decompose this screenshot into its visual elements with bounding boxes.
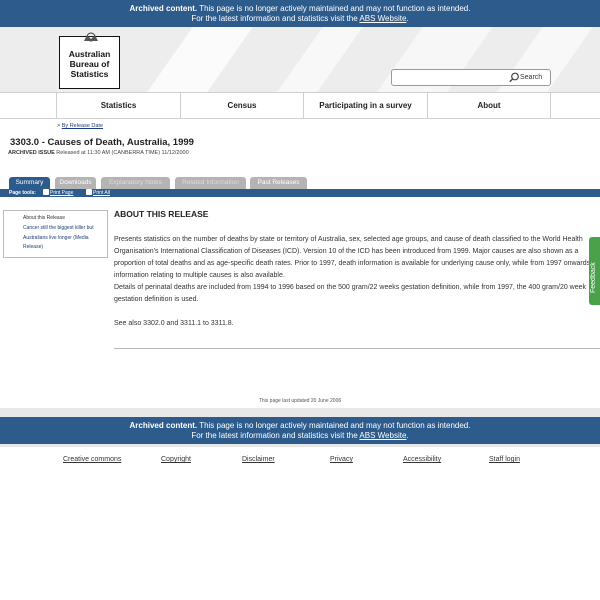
logo-line-3: Statistics — [70, 69, 109, 79]
logo-line-1: Australian — [68, 49, 111, 59]
nav-item-statistics[interactable]: Statistics — [56, 93, 180, 119]
breadcrumb: > By Release Date — [57, 123, 103, 129]
footer-link-copyright[interactable]: Copyright — [161, 456, 191, 463]
page-title: 3303.0 - Causes of Death, Australia, 199… — [10, 137, 194, 148]
breadcrumb-link-by-release-date[interactable]: By Release Date — [62, 123, 103, 129]
about-release-sidebar: About this Release Cancer still the bigg… — [3, 210, 108, 258]
page-tools-label: Page tools: — [9, 190, 36, 196]
archive-banner-suffix: . — [406, 13, 409, 23]
print-page-link[interactable]: Print Page — [43, 189, 73, 197]
archive-banner-prefix: For the latest information and statistic… — [191, 430, 360, 440]
nav-divider — [550, 93, 600, 119]
coat-of-arms-icon — [84, 32, 98, 42]
print-icon — [43, 189, 49, 195]
pdf-icon — [86, 189, 92, 195]
footer-link-disclaimer[interactable]: Disclaimer — [242, 456, 275, 463]
site-header: Australian Bureau of Statistics Search — [0, 27, 600, 92]
sidebar-heading: About this Release — [23, 215, 65, 221]
nav-item-participating[interactable]: Participating in a survey — [303, 93, 427, 119]
archive-banner-bottom: Archived content. This page is no longer… — [0, 417, 600, 444]
abs-website-link[interactable]: ABS Website — [359, 14, 406, 23]
content-divider — [114, 348, 600, 349]
release-time: Released at 11:30 AM (CANBERRA TIME) 11/… — [54, 150, 189, 156]
media-release-link[interactable]: Cancer still the biggest killer but Aust… — [19, 221, 107, 253]
archive-banner-bold: Archived content. — [129, 421, 198, 430]
search-icon — [509, 72, 519, 83]
footer-strip — [0, 444, 600, 447]
last-updated: This page last updated 20 June 2006 — [258, 398, 342, 404]
archive-banner-prefix: For the latest information and statistic… — [191, 13, 360, 23]
search-button[interactable]: Search — [508, 70, 551, 85]
footer-link-accessibility[interactable]: Accessibility — [403, 456, 441, 463]
print-all-link[interactable]: Print All — [86, 189, 110, 197]
archived-issue-line: ARCHIVED ISSUE Released at 11:30 AM (CAN… — [8, 150, 189, 156]
search-button-label: Search — [520, 74, 543, 81]
archive-banner-line2: For the latest information and statistic… — [0, 431, 600, 441]
archive-banner-top: Archived content. This page is no longer… — [0, 0, 600, 27]
nav-item-census[interactable]: Census — [180, 93, 303, 119]
footer-link-privacy[interactable]: Privacy — [330, 456, 353, 463]
archive-banner-line1: Archived content. This page is no longer… — [0, 4, 600, 14]
section-heading: ABOUT THIS RELEASE — [114, 209, 209, 219]
archive-banner-bold: Archived content. — [129, 4, 198, 13]
nav-item-about[interactable]: About — [427, 93, 550, 119]
archive-banner-text: This page is no longer actively maintain… — [197, 421, 471, 430]
tab-explanatory-notes[interactable]: Explanatory Notes — [101, 177, 170, 189]
tab-past-releases[interactable]: Past Releases — [250, 177, 307, 189]
page-tools-bar: Page tools: Print Page Print All — [0, 189, 600, 197]
header-decoration — [277, 27, 363, 92]
footer-link-creative-commons[interactable]: Creative commons — [63, 456, 121, 463]
archive-banner-line2: For the latest information and statistic… — [0, 14, 600, 24]
archived-issue-label: ARCHIVED ISSUE — [8, 150, 55, 156]
header-decoration — [147, 27, 253, 92]
abs-website-link[interactable]: ABS Website — [359, 431, 406, 440]
site-footer: Creative commons Copyright Disclaimer Pr… — [0, 456, 600, 468]
feedback-label: Feedback — [590, 262, 597, 293]
tab-related-information[interactable]: Related Information — [175, 177, 246, 189]
print-all-label: Print All — [93, 190, 110, 196]
print-page-label: Print Page — [50, 190, 74, 196]
archive-banner-suffix: . — [406, 430, 409, 440]
sidebar-inner: About this Release Cancer still the bigg… — [19, 211, 107, 257]
summary-paragraph: Presents statistics on the number of dea… — [114, 236, 593, 279]
logo-line-2: Bureau of — [69, 59, 110, 69]
tab-summary[interactable]: Summary — [9, 177, 50, 189]
see-also-paragraph: See also 3302.0 and 3311.1 to 3311.8. — [114, 320, 234, 327]
archive-banner-line1: Archived content. This page is no longer… — [0, 421, 600, 431]
abs-logo[interactable]: Australian Bureau of Statistics — [59, 32, 120, 89]
footer-link-staff-login[interactable]: Staff login — [489, 456, 520, 463]
archive-banner-text: This page is no longer actively maintain… — [197, 4, 471, 13]
main-nav: Statistics Census Participating in a sur… — [0, 92, 600, 119]
feedback-button[interactable]: Feedback — [589, 237, 600, 305]
footer-strip — [0, 408, 600, 417]
perinatal-paragraph: Details of perinatal deaths are included… — [114, 284, 587, 303]
tab-downloads[interactable]: Downloads — [55, 177, 96, 189]
